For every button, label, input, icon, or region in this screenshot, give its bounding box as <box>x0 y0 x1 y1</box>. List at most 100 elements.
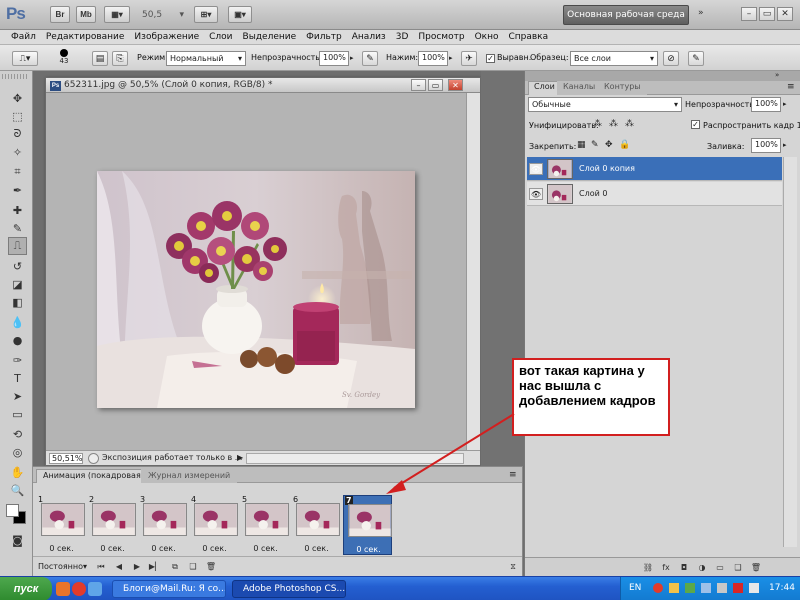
tab-channels[interactable]: Каналы <box>557 81 602 95</box>
shape-tool-icon[interactable]: ▭ <box>8 405 27 423</box>
history-brush-tool-icon[interactable]: ↺ <box>8 257 27 275</box>
foreground-color-swatch[interactable] <box>6 504 19 517</box>
link-layers-icon[interactable]: ⛓ <box>641 561 655 573</box>
tray-icon[interactable] <box>717 583 727 593</box>
panel-grip[interactable] <box>2 74 29 79</box>
document-vertical-scrollbar[interactable] <box>466 93 480 450</box>
frame-delay[interactable]: 0 сек. <box>139 544 188 553</box>
quick-selection-tool-icon[interactable]: ✧ <box>8 143 27 161</box>
tray-icon[interactable] <box>685 583 695 593</box>
panel-collapse-strip[interactable]: » <box>525 71 800 81</box>
menu-edit[interactable]: Редактирование <box>41 30 130 44</box>
animation-frame[interactable]: 70 сек. <box>343 495 392 555</box>
dodge-tool-icon[interactable]: ● <box>8 331 27 349</box>
collapse-icon[interactable]: » <box>775 71 779 79</box>
unify-visibility-icon[interactable]: ⁂ <box>609 119 618 129</box>
mini-bridge-button[interactable]: Mb <box>76 6 96 23</box>
firefox-icon[interactable] <box>56 582 70 596</box>
play-icon[interactable]: ▶ <box>131 561 143 572</box>
start-button[interactable]: пуск <box>0 577 52 600</box>
timeline-toggle-icon[interactable]: ⧖ <box>507 561 519 572</box>
airbrush-icon[interactable]: ✈ <box>461 51 477 66</box>
tab-paths[interactable]: Контуры <box>598 81 647 95</box>
menu-help[interactable]: Справка <box>503 30 553 44</box>
path-selection-tool-icon[interactable]: ➤ <box>8 387 27 405</box>
extras-icon[interactable]: ▦▾ <box>104 6 130 23</box>
close-icon[interactable]: ✕ <box>777 7 793 21</box>
opacity-field[interactable]: 100% <box>319 51 349 66</box>
tween-icon[interactable]: ⧉ <box>169 561 181 572</box>
zoom-level-dropdown[interactable]: 50,5 ▾ <box>140 7 186 22</box>
menu-layer[interactable]: Слои <box>204 30 237 44</box>
gradient-tool-icon[interactable]: ◧ <box>8 293 27 311</box>
layer-row[interactable]: 👁 Слой 0 <box>527 182 782 206</box>
menu-window[interactable]: Окно <box>470 30 504 44</box>
3d-orbit-tool-icon[interactable]: ◎ <box>8 443 27 461</box>
fill-field[interactable]: 100% <box>751 138 781 153</box>
tab-measurement-log[interactable]: Журнал измерений <box>141 469 238 483</box>
animation-frame[interactable]: 60 сек. <box>292 495 341 555</box>
tray-icon[interactable] <box>669 583 679 593</box>
opacity-arrow-icon[interactable]: ▸ <box>783 100 787 108</box>
layer-style-icon[interactable]: fx <box>659 561 673 573</box>
opacity-arrow-icon[interactable]: ▸ <box>350 54 354 62</box>
duplicate-frame-icon[interactable]: ❑ <box>187 561 199 572</box>
tray-icon[interactable] <box>701 583 711 593</box>
previous-frame-icon[interactable]: ◀ <box>113 561 125 572</box>
animation-frame[interactable]: 20 сек. <box>88 495 137 555</box>
frame-delay[interactable]: 0 сек. <box>292 544 341 553</box>
healing-brush-tool-icon[interactable]: ✚ <box>8 201 27 219</box>
frame-delay[interactable]: 0 сек. <box>190 544 239 553</box>
doc-close-icon[interactable]: ✕ <box>448 79 463 91</box>
lock-position-icon[interactable]: ✥ <box>605 140 613 150</box>
document-canvas[interactable]: Sv. Gordey <box>46 93 466 450</box>
volume-icon[interactable] <box>749 583 759 593</box>
lock-pixels-icon[interactable]: ✎ <box>591 140 599 150</box>
new-group-icon[interactable]: ▭ <box>713 561 727 573</box>
quick-mask-icon[interactable]: ◙ <box>8 531 27 549</box>
fill-arrow-icon[interactable]: ▸ <box>783 141 787 149</box>
tab-animation[interactable]: Анимация (покадровая) <box>36 469 151 483</box>
blur-tool-icon[interactable]: 💧 <box>8 313 27 331</box>
taskbar-item-browser[interactable]: Блоги@Mail.Ru: Я со... <box>112 580 226 598</box>
quick-launch-icon[interactable] <box>88 582 102 596</box>
layers-scrollbar[interactable] <box>783 157 797 547</box>
propagate-frame-checkbox[interactable]: ✓ <box>691 120 700 129</box>
menu-file[interactable]: Файл <box>6 30 41 44</box>
tablet-size-icon[interactable]: ✎ <box>688 51 704 66</box>
menu-image[interactable]: Изображение <box>129 30 204 44</box>
zoom-tool-icon[interactable]: 🔍 <box>8 481 27 499</box>
marquee-tool-icon[interactable]: ⬚ <box>8 107 27 125</box>
frame-delay[interactable]: 0 сек. <box>241 544 290 553</box>
brush-panel-icon[interactable]: ▤ <box>92 51 108 66</box>
crop-tool-icon[interactable]: ⌗ <box>8 163 27 181</box>
mode-dropdown[interactable]: Нормальный ▾ <box>166 51 246 66</box>
minimize-icon[interactable]: – <box>741 7 757 21</box>
canvas-image[interactable]: Sv. Gordey <box>97 171 415 408</box>
unify-position-icon[interactable]: ⁂ <box>593 119 602 129</box>
frame-delay[interactable]: 0 сек. <box>37 544 86 553</box>
bridge-button[interactable]: Br <box>50 6 70 23</box>
arrange-documents-icon[interactable]: ⊞▾ <box>194 6 218 23</box>
workspace-switcher[interactable]: Основная рабочая среда <box>563 5 689 25</box>
delete-frame-icon[interactable]: 🗑 <box>205 561 217 572</box>
flow-field[interactable]: 100% <box>418 51 448 66</box>
layer-mask-icon[interactable]: ◘ <box>677 561 691 573</box>
animation-frame[interactable]: 40 сек. <box>190 495 239 555</box>
type-tool-icon[interactable]: T <box>8 369 27 387</box>
document-zoom-field[interactable]: 50,51% <box>49 453 83 464</box>
loop-dropdown[interactable]: Постоянно ▾ <box>36 560 88 573</box>
antivirus-icon[interactable] <box>733 583 743 593</box>
3d-rotate-tool-icon[interactable]: ⟲ <box>8 425 27 443</box>
screen-mode-icon[interactable]: ▣▾ <box>228 6 252 23</box>
tab-layers[interactable]: Слои <box>528 81 561 95</box>
taskbar-item-photoshop[interactable]: Adobe Photoshop CS... <box>232 580 346 598</box>
doc-maximize-icon[interactable]: ▭ <box>428 79 443 91</box>
eye-icon[interactable]: 👁 <box>529 188 543 200</box>
language-indicator[interactable]: EN <box>629 583 641 593</box>
menu-analysis[interactable]: Анализ <box>347 30 391 44</box>
panel-menu-icon[interactable]: ≡ <box>787 82 795 92</box>
move-tool-icon[interactable]: ✥ <box>8 89 27 107</box>
menu-filter[interactable]: Фильтр <box>301 30 347 44</box>
flow-arrow-icon[interactable]: ▸ <box>449 54 453 62</box>
